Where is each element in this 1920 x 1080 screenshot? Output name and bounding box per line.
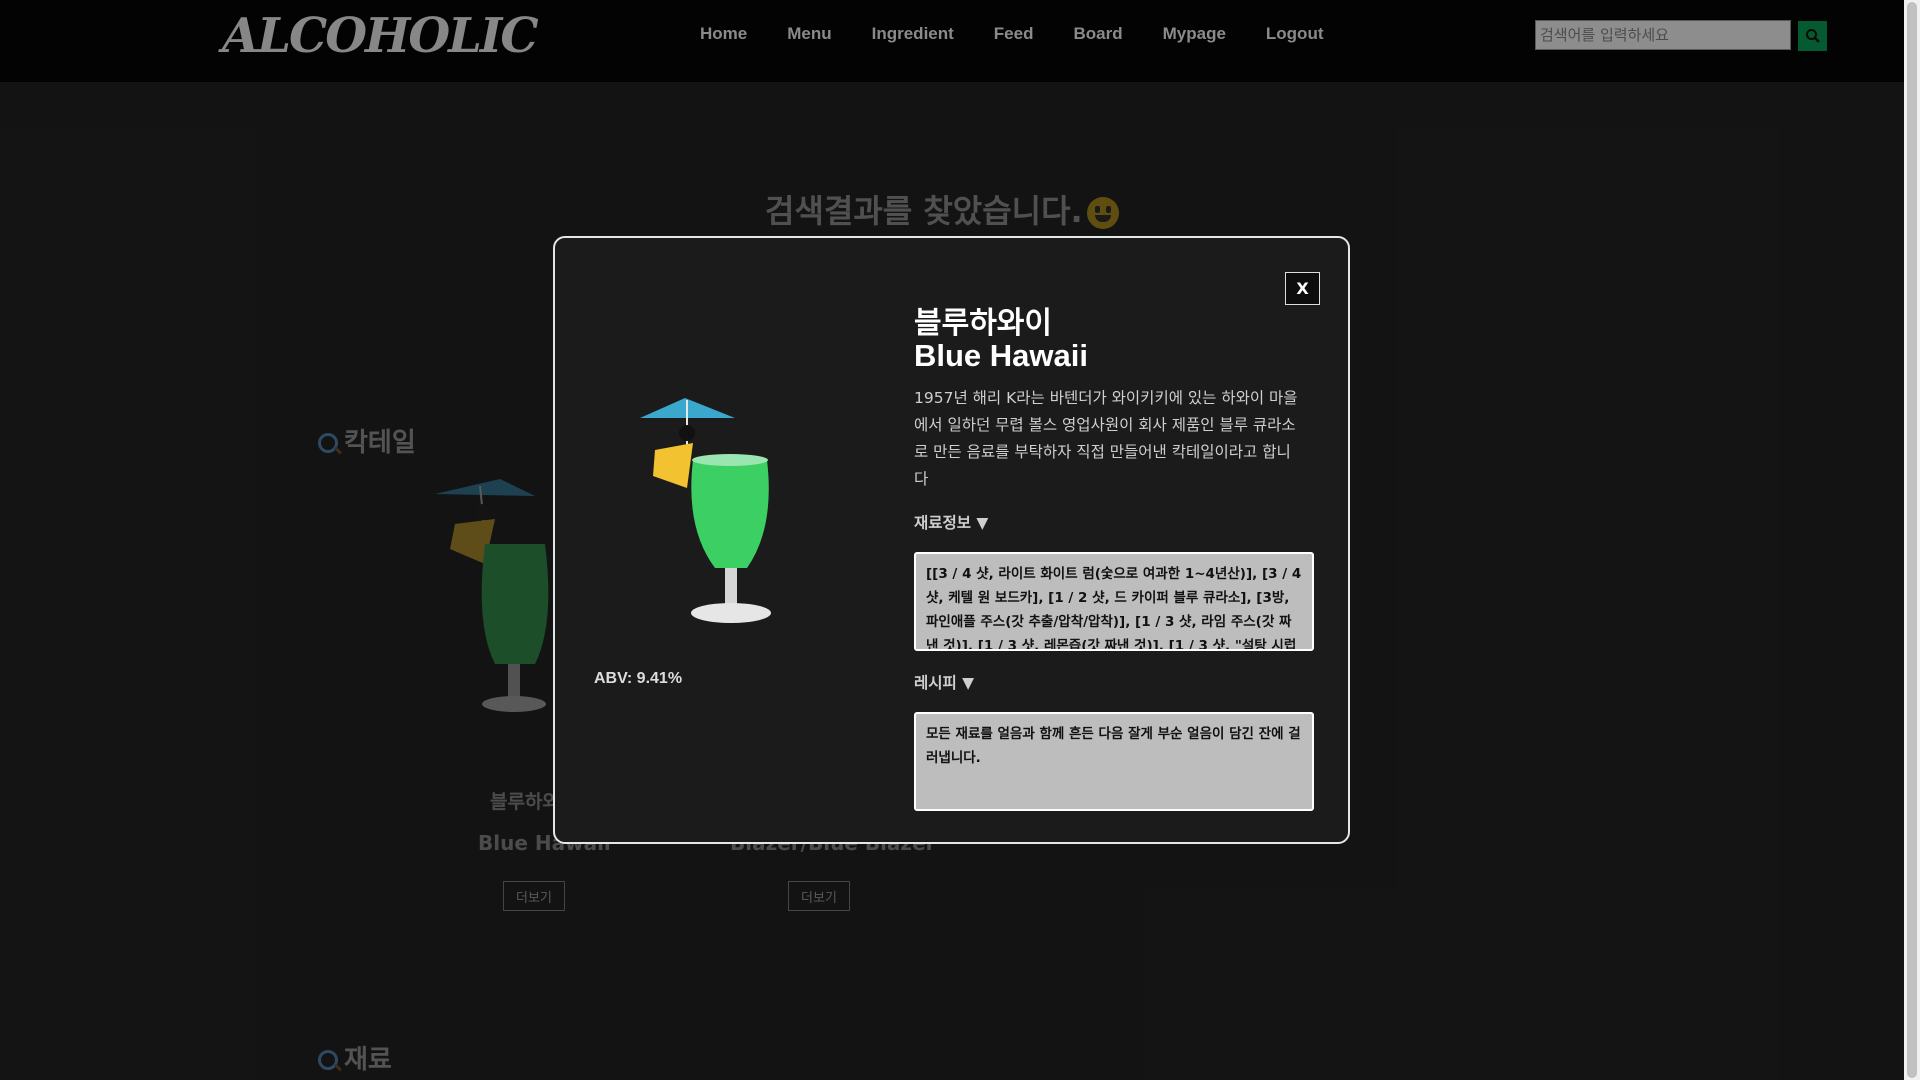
recipe-box[interactable]: 모든 재료를 얼음과 함께 흔든 다음 잘게 부순 얼음이 담긴 잔에 걸러냅니… bbox=[914, 712, 1314, 811]
recipe-toggle[interactable]: 레시피 ▼ bbox=[914, 671, 974, 693]
cocktail-image bbox=[640, 398, 771, 623]
page-scrollbar[interactable] bbox=[1904, 0, 1920, 1080]
ingredients-toggle[interactable]: 재료정보 ▼ bbox=[914, 511, 988, 533]
cocktail-detail-modal: X ABV: 9.41% 블루하와이 Blue Hawaii 1957년 해리 … bbox=[553, 236, 1350, 844]
cocktail-name-ko: 블루하와이 bbox=[914, 306, 1052, 341]
abv-value: ABV: 9.41% bbox=[594, 670, 683, 687]
close-button[interactable]: X bbox=[1285, 272, 1320, 305]
cocktail-description: 1957년 해리 K라는 바텐더가 와이키키에 있는 하와이 마을에서 일하던 … bbox=[914, 389, 1298, 488]
ingredients-box[interactable]: [[3 / 4 샷, 라이트 화이트 럼(숯으로 여과한 1~4년산)], [3… bbox=[914, 552, 1314, 651]
cocktail-name-en: Blue Hawaii bbox=[914, 338, 1088, 373]
scrollbar-thumb[interactable] bbox=[1907, 2, 1917, 1078]
